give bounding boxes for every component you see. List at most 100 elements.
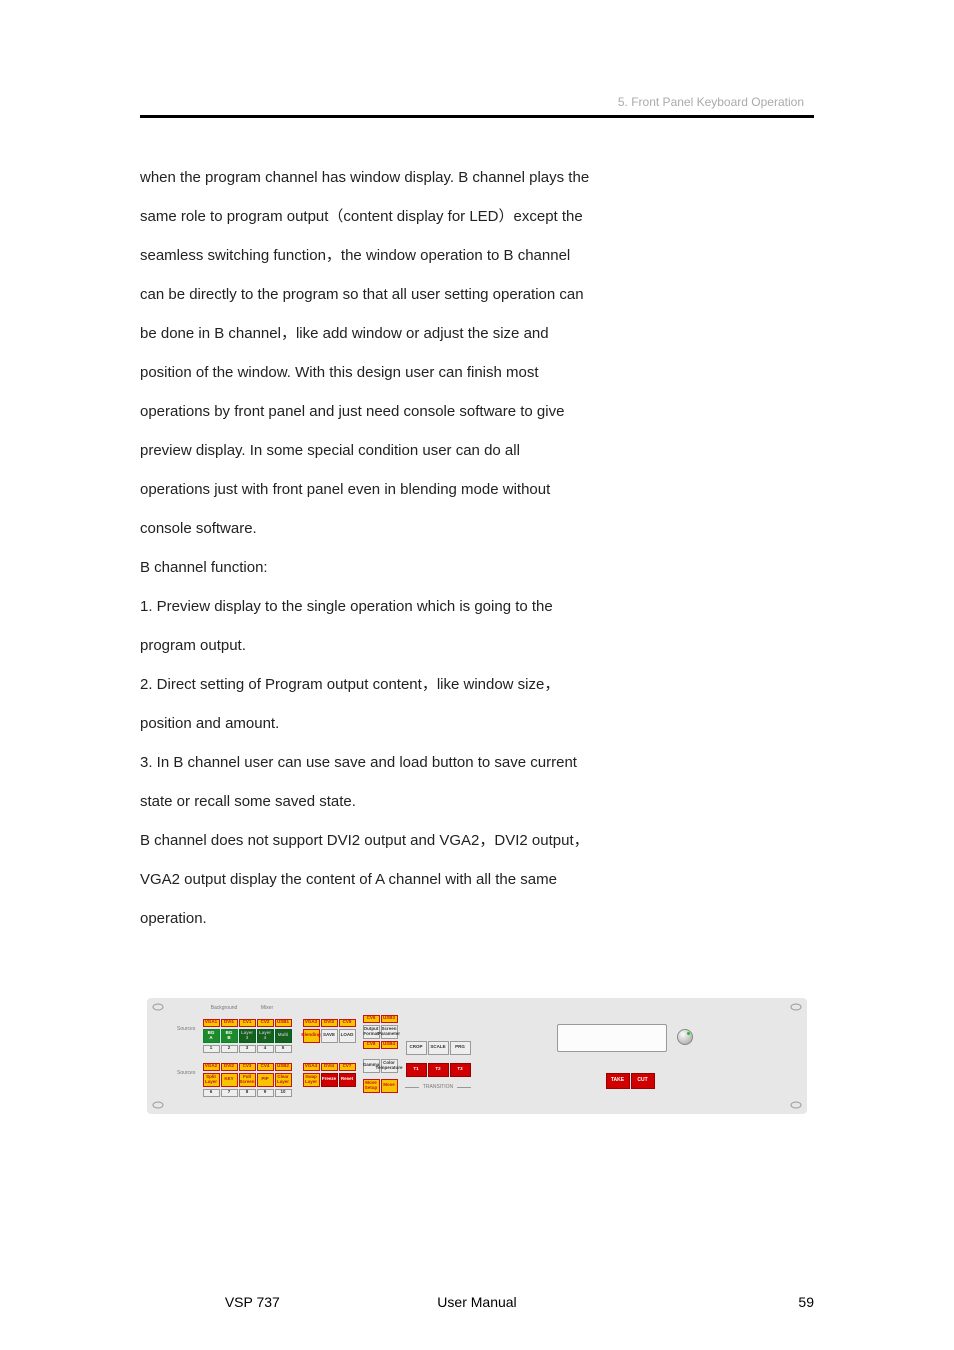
key-button[interactable]: KEY xyxy=(221,1073,238,1087)
src-cv3-button[interactable]: CV3 xyxy=(239,1063,256,1071)
swap-layer-button[interactable]: SwapLayer xyxy=(303,1073,320,1087)
line: B channel function: xyxy=(140,548,814,587)
layer4-button[interactable]: Layer4 xyxy=(257,1029,274,1043)
src-vga2-button[interactable]: VGA2 xyxy=(203,1063,220,1071)
sources-label: Sources xyxy=(177,1070,195,1076)
scale-button[interactable]: SCALE xyxy=(428,1041,449,1055)
footer-page-number: 59 xyxy=(589,1294,814,1310)
split-layer-button[interactable]: SplitLayer xyxy=(203,1073,220,1087)
line: be done in B channel，like add window or … xyxy=(140,314,814,353)
clear-layer-button[interactable]: ClearLayer xyxy=(275,1073,292,1087)
num-8-button[interactable]: 8 xyxy=(239,1089,256,1097)
section-header: 5. Front Panel Keyboard Operation xyxy=(140,95,814,115)
src-usb2-button[interactable]: USB2 xyxy=(275,1063,292,1071)
line: console software. xyxy=(140,509,814,548)
src-usb3-button[interactable]: USB3 xyxy=(381,1015,398,1023)
line: 3. In B channel user can use save and lo… xyxy=(140,743,814,782)
cut-button[interactable]: CUT xyxy=(631,1073,655,1089)
group-transition-label: TRANSITION xyxy=(423,1084,453,1090)
line: preview display. In some special conditi… xyxy=(140,431,814,470)
src-cv2-button[interactable]: CV2 xyxy=(257,1019,274,1027)
src-cv5-button[interactable]: CV5 xyxy=(339,1019,356,1027)
num-10-button[interactable]: 10 xyxy=(275,1089,292,1097)
move-setup-button[interactable]: MoveSetup xyxy=(363,1079,380,1093)
freeze-button[interactable]: Freeze xyxy=(321,1073,338,1087)
row1-nums: 1 2 3 4 5 xyxy=(202,1044,292,1053)
crop-button[interactable]: CROP xyxy=(406,1041,427,1055)
src-dvi2-button[interactable]: DVI2 xyxy=(221,1063,238,1071)
line: when the program channel has window disp… xyxy=(140,158,814,197)
reset-button[interactable]: Reset xyxy=(339,1073,356,1087)
bg-a-button[interactable]: BGA xyxy=(203,1029,220,1043)
src-dvi1-button[interactable]: DVI1 xyxy=(221,1019,238,1027)
color-temperature-button[interactable]: ColorTemperature xyxy=(381,1059,398,1073)
line: program output. xyxy=(140,626,814,665)
src-vga3-button[interactable]: VGA3 xyxy=(303,1019,320,1027)
src-cv6-button[interactable]: CV6 xyxy=(363,1015,380,1023)
line: operation. xyxy=(140,899,814,938)
num-6-button[interactable]: 6 xyxy=(203,1089,220,1097)
layer3-button[interactable]: Layer3 xyxy=(239,1029,256,1043)
lcd-display xyxy=(557,1024,667,1052)
page-footer: VSP 737 User Manual 59 xyxy=(140,1294,814,1310)
take-button[interactable]: TAKE xyxy=(606,1073,630,1089)
num-7-button[interactable]: 7 xyxy=(221,1089,238,1097)
screen-parameter-button[interactable]: ScreenParameter xyxy=(381,1025,398,1039)
screw-slot-icon xyxy=(790,1003,802,1011)
screw-slot-icon xyxy=(152,1101,164,1109)
src-usb1-button[interactable]: USB1 xyxy=(275,1019,292,1027)
t3-button[interactable]: T3 xyxy=(450,1063,471,1077)
line: B channel does not support DVI2 output a… xyxy=(140,821,814,860)
move-button[interactable]: Move xyxy=(381,1079,398,1093)
device-front-panel: Sources Sources Background Mixer VGA1 DV… xyxy=(147,998,807,1114)
src-dvi4-button[interactable]: DVI4 xyxy=(321,1063,338,1071)
src-vga4-button[interactable]: VGA4 xyxy=(303,1063,320,1071)
header-rule xyxy=(140,115,814,118)
num-5-button[interactable]: 5 xyxy=(275,1045,292,1053)
line: can be directly to the program so that a… xyxy=(140,275,814,314)
screw-slot-icon xyxy=(790,1101,802,1109)
multi-button[interactable]: Multi xyxy=(275,1029,292,1043)
row2-mixer: SplitLayer KEY FullScreen PIP ClearLayer xyxy=(202,1072,292,1087)
num-1-button[interactable]: 1 xyxy=(203,1045,220,1053)
line: 2. Direct setting of Program output cont… xyxy=(140,665,814,704)
full-screen-button[interactable]: FullScreen xyxy=(239,1073,256,1087)
group-background-label: Background xyxy=(209,1005,240,1011)
body-text: when the program channel has window disp… xyxy=(140,158,814,938)
row1-sources: VGA1 DVI1 CV1 CV2 USB1 xyxy=(202,1018,292,1027)
line: operations just with front panel even in… xyxy=(140,470,814,509)
sources-label: Sources xyxy=(177,1026,195,1032)
num-4-button[interactable]: 4 xyxy=(257,1045,274,1053)
prg-button[interactable]: PRG xyxy=(450,1041,471,1055)
src-usb4-button[interactable]: USB4 xyxy=(381,1041,398,1049)
src-cv7-button[interactable]: CV7 xyxy=(339,1063,356,1071)
line: state or recall some saved state. xyxy=(140,782,814,821)
num-3-button[interactable]: 3 xyxy=(239,1045,256,1053)
row2-nums: 6 7 8 9 10 xyxy=(202,1088,292,1097)
src-vga1-button[interactable]: VGA1 xyxy=(203,1019,220,1027)
t1-button[interactable]: T1 xyxy=(406,1063,427,1077)
line: position and amount. xyxy=(140,704,814,743)
line: same role to program output（content disp… xyxy=(140,197,814,236)
t2-button[interactable]: T2 xyxy=(428,1063,449,1077)
group-mixer-label: Mixer xyxy=(259,1005,275,1011)
line: 1. Preview display to the single operati… xyxy=(140,587,814,626)
blending-button[interactable]: Blending xyxy=(303,1029,320,1043)
footer-title: User Manual xyxy=(365,1294,590,1310)
line: operations by front panel and just need … xyxy=(140,392,814,431)
line: seamless switching function，the window o… xyxy=(140,236,814,275)
src-cv4-button[interactable]: CV4 xyxy=(257,1063,274,1071)
load-button[interactable]: LOAD xyxy=(339,1029,356,1043)
num-9-button[interactable]: 9 xyxy=(257,1089,274,1097)
rotary-knob[interactable] xyxy=(677,1029,693,1045)
src-cv1-button[interactable]: CV1 xyxy=(239,1019,256,1027)
output-format-button[interactable]: OutputFormat xyxy=(363,1025,380,1039)
src-dvi3-button[interactable]: DVI3 xyxy=(321,1019,338,1027)
save-button[interactable]: SAVE xyxy=(321,1029,338,1043)
src-cv8-button[interactable]: CV8 xyxy=(363,1041,380,1049)
num-2-button[interactable]: 2 xyxy=(221,1045,238,1053)
row2-sources: VGA2 DVI2 CV3 CV4 USB2 xyxy=(202,1062,292,1071)
line: position of the window. With this design… xyxy=(140,353,814,392)
pip-button[interactable]: PIP xyxy=(257,1073,274,1087)
bg-b-button[interactable]: BGB xyxy=(221,1029,238,1043)
